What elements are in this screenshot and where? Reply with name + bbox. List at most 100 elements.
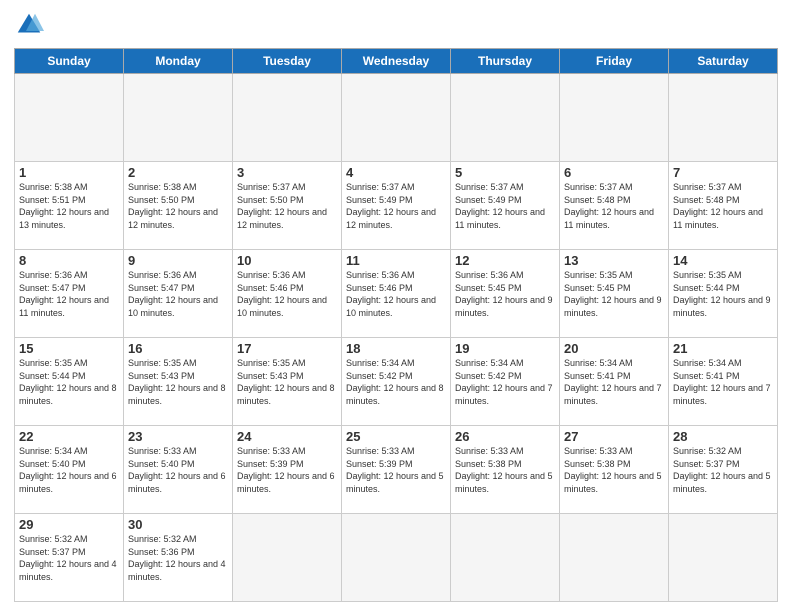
day-number: 25 xyxy=(346,429,446,444)
table-cell: 17 Sunrise: 5:35 AMSunset: 5:43 PMDaylig… xyxy=(233,338,342,426)
day-number: 2 xyxy=(128,165,228,180)
col-saturday: Saturday xyxy=(669,49,778,74)
day-info: Sunrise: 5:34 AMSunset: 5:40 PMDaylight:… xyxy=(19,445,119,495)
table-cell: 18 Sunrise: 5:34 AMSunset: 5:42 PMDaylig… xyxy=(342,338,451,426)
day-number: 29 xyxy=(19,517,119,532)
day-number: 27 xyxy=(564,429,664,444)
day-info: Sunrise: 5:36 AMSunset: 5:46 PMDaylight:… xyxy=(346,269,446,319)
day-info: Sunrise: 5:32 AMSunset: 5:37 PMDaylight:… xyxy=(673,445,773,495)
day-number: 12 xyxy=(455,253,555,268)
day-number: 11 xyxy=(346,253,446,268)
day-info: Sunrise: 5:37 AMSunset: 5:48 PMDaylight:… xyxy=(564,181,664,231)
day-number: 8 xyxy=(19,253,119,268)
day-number: 16 xyxy=(128,341,228,356)
day-number: 13 xyxy=(564,253,664,268)
table-cell xyxy=(560,74,669,162)
table-cell: 24 Sunrise: 5:33 AMSunset: 5:39 PMDaylig… xyxy=(233,426,342,514)
table-cell xyxy=(342,74,451,162)
table-cell: 28 Sunrise: 5:32 AMSunset: 5:37 PMDaylig… xyxy=(669,426,778,514)
day-info: Sunrise: 5:33 AMSunset: 5:39 PMDaylight:… xyxy=(237,445,337,495)
table-cell: 26 Sunrise: 5:33 AMSunset: 5:38 PMDaylig… xyxy=(451,426,560,514)
day-info: Sunrise: 5:33 AMSunset: 5:38 PMDaylight:… xyxy=(455,445,555,495)
table-cell: 19 Sunrise: 5:34 AMSunset: 5:42 PMDaylig… xyxy=(451,338,560,426)
day-info: Sunrise: 5:34 AMSunset: 5:42 PMDaylight:… xyxy=(346,357,446,407)
table-cell: 7 Sunrise: 5:37 AMSunset: 5:48 PMDayligh… xyxy=(669,162,778,250)
day-info: Sunrise: 5:32 AMSunset: 5:36 PMDaylight:… xyxy=(128,533,228,583)
table-cell: 23 Sunrise: 5:33 AMSunset: 5:40 PMDaylig… xyxy=(124,426,233,514)
day-number: 21 xyxy=(673,341,773,356)
day-number: 15 xyxy=(19,341,119,356)
table-cell: 14 Sunrise: 5:35 AMSunset: 5:44 PMDaylig… xyxy=(669,250,778,338)
col-thursday: Thursday xyxy=(451,49,560,74)
table-cell: 20 Sunrise: 5:34 AMSunset: 5:41 PMDaylig… xyxy=(560,338,669,426)
day-info: Sunrise: 5:35 AMSunset: 5:45 PMDaylight:… xyxy=(564,269,664,319)
table-cell xyxy=(124,74,233,162)
col-sunday: Sunday xyxy=(15,49,124,74)
day-number: 10 xyxy=(237,253,337,268)
day-info: Sunrise: 5:33 AMSunset: 5:38 PMDaylight:… xyxy=(564,445,664,495)
day-info: Sunrise: 5:36 AMSunset: 5:45 PMDaylight:… xyxy=(455,269,555,319)
col-friday: Friday xyxy=(560,49,669,74)
day-info: Sunrise: 5:37 AMSunset: 5:48 PMDaylight:… xyxy=(673,181,773,231)
day-info: Sunrise: 5:35 AMSunset: 5:43 PMDaylight:… xyxy=(237,357,337,407)
page: Sunday Monday Tuesday Wednesday Thursday… xyxy=(0,0,792,612)
logo-icon xyxy=(14,10,44,40)
day-info: Sunrise: 5:37 AMSunset: 5:49 PMDaylight:… xyxy=(346,181,446,231)
table-cell: 13 Sunrise: 5:35 AMSunset: 5:45 PMDaylig… xyxy=(560,250,669,338)
day-number: 24 xyxy=(237,429,337,444)
day-number: 17 xyxy=(237,341,337,356)
table-cell: 10 Sunrise: 5:36 AMSunset: 5:46 PMDaylig… xyxy=(233,250,342,338)
day-number: 19 xyxy=(455,341,555,356)
day-number: 20 xyxy=(564,341,664,356)
table-cell xyxy=(560,514,669,602)
calendar-header-row: Sunday Monday Tuesday Wednesday Thursday… xyxy=(15,49,778,74)
day-info: Sunrise: 5:37 AMSunset: 5:50 PMDaylight:… xyxy=(237,181,337,231)
table-cell: 16 Sunrise: 5:35 AMSunset: 5:43 PMDaylig… xyxy=(124,338,233,426)
day-info: Sunrise: 5:34 AMSunset: 5:42 PMDaylight:… xyxy=(455,357,555,407)
table-cell: 25 Sunrise: 5:33 AMSunset: 5:39 PMDaylig… xyxy=(342,426,451,514)
table-cell: 21 Sunrise: 5:34 AMSunset: 5:41 PMDaylig… xyxy=(669,338,778,426)
day-info: Sunrise: 5:34 AMSunset: 5:41 PMDaylight:… xyxy=(564,357,664,407)
day-number: 6 xyxy=(564,165,664,180)
table-cell: 2 Sunrise: 5:38 AMSunset: 5:50 PMDayligh… xyxy=(124,162,233,250)
table-cell: 12 Sunrise: 5:36 AMSunset: 5:45 PMDaylig… xyxy=(451,250,560,338)
table-cell: 4 Sunrise: 5:37 AMSunset: 5:49 PMDayligh… xyxy=(342,162,451,250)
table-cell: 15 Sunrise: 5:35 AMSunset: 5:44 PMDaylig… xyxy=(15,338,124,426)
table-cell: 1 Sunrise: 5:38 AMSunset: 5:51 PMDayligh… xyxy=(15,162,124,250)
day-info: Sunrise: 5:35 AMSunset: 5:43 PMDaylight:… xyxy=(128,357,228,407)
day-number: 23 xyxy=(128,429,228,444)
table-cell: 9 Sunrise: 5:36 AMSunset: 5:47 PMDayligh… xyxy=(124,250,233,338)
day-number: 4 xyxy=(346,165,446,180)
day-info: Sunrise: 5:36 AMSunset: 5:47 PMDaylight:… xyxy=(128,269,228,319)
day-info: Sunrise: 5:34 AMSunset: 5:41 PMDaylight:… xyxy=(673,357,773,407)
day-number: 9 xyxy=(128,253,228,268)
day-info: Sunrise: 5:36 AMSunset: 5:47 PMDaylight:… xyxy=(19,269,119,319)
day-info: Sunrise: 5:32 AMSunset: 5:37 PMDaylight:… xyxy=(19,533,119,583)
day-info: Sunrise: 5:33 AMSunset: 5:39 PMDaylight:… xyxy=(346,445,446,495)
table-cell: 27 Sunrise: 5:33 AMSunset: 5:38 PMDaylig… xyxy=(560,426,669,514)
day-info: Sunrise: 5:35 AMSunset: 5:44 PMDaylight:… xyxy=(19,357,119,407)
day-info: Sunrise: 5:38 AMSunset: 5:51 PMDaylight:… xyxy=(19,181,119,231)
table-cell: 11 Sunrise: 5:36 AMSunset: 5:46 PMDaylig… xyxy=(342,250,451,338)
day-number: 30 xyxy=(128,517,228,532)
col-wednesday: Wednesday xyxy=(342,49,451,74)
day-number: 18 xyxy=(346,341,446,356)
day-number: 14 xyxy=(673,253,773,268)
day-number: 26 xyxy=(455,429,555,444)
table-cell xyxy=(233,74,342,162)
day-number: 7 xyxy=(673,165,773,180)
table-cell: 29 Sunrise: 5:32 AMSunset: 5:37 PMDaylig… xyxy=(15,514,124,602)
col-tuesday: Tuesday xyxy=(233,49,342,74)
table-cell xyxy=(669,514,778,602)
day-number: 22 xyxy=(19,429,119,444)
table-cell: 6 Sunrise: 5:37 AMSunset: 5:48 PMDayligh… xyxy=(560,162,669,250)
table-cell xyxy=(15,74,124,162)
day-info: Sunrise: 5:35 AMSunset: 5:44 PMDaylight:… xyxy=(673,269,773,319)
col-monday: Monday xyxy=(124,49,233,74)
day-info: Sunrise: 5:38 AMSunset: 5:50 PMDaylight:… xyxy=(128,181,228,231)
table-cell: 22 Sunrise: 5:34 AMSunset: 5:40 PMDaylig… xyxy=(15,426,124,514)
table-cell: 5 Sunrise: 5:37 AMSunset: 5:49 PMDayligh… xyxy=(451,162,560,250)
day-number: 1 xyxy=(19,165,119,180)
day-info: Sunrise: 5:36 AMSunset: 5:46 PMDaylight:… xyxy=(237,269,337,319)
table-cell xyxy=(451,514,560,602)
